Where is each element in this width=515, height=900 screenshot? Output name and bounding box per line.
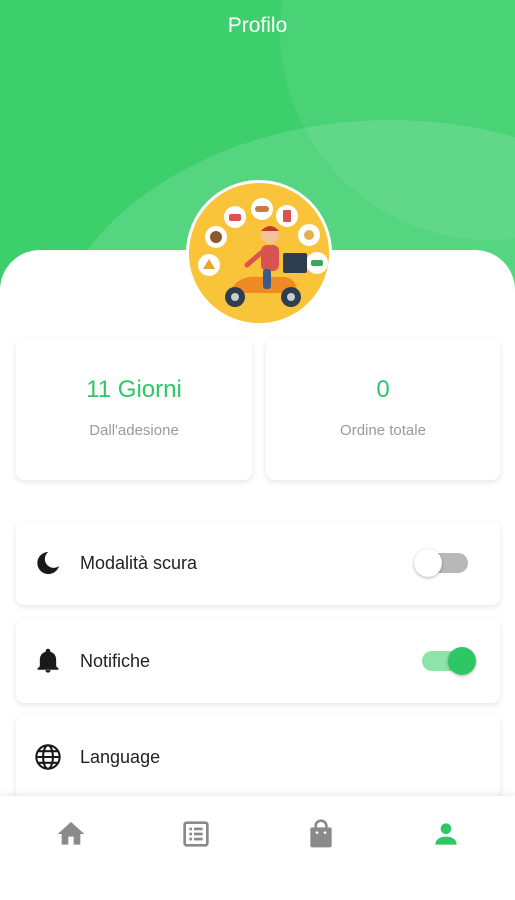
page-title: Profilo bbox=[227, 14, 288, 37]
stat-card-orders: 0 Ordine totale bbox=[266, 338, 500, 480]
profile-icon bbox=[435, 823, 457, 845]
shopping-bag-icon bbox=[310, 819, 332, 848]
dark-mode-toggle[interactable] bbox=[414, 549, 468, 577]
setting-dark-mode[interactable]: Modalità scura bbox=[16, 521, 500, 605]
stat-label-days: Dall'adesione bbox=[89, 422, 179, 439]
stat-card-days: 11 Giorni Dall'adesione bbox=[16, 338, 252, 480]
bottom-navigation bbox=[0, 796, 515, 900]
setting-label-language: Language bbox=[80, 747, 161, 767]
nav-orders[interactable] bbox=[176, 818, 216, 854]
setting-label-notifications: Notifiche bbox=[80, 651, 151, 671]
stat-value-orders: 0 bbox=[376, 376, 390, 403]
notifications-toggle[interactable] bbox=[422, 647, 476, 675]
stat-value-days: 11 Giorni bbox=[86, 376, 182, 403]
orders-list-icon bbox=[183, 821, 209, 847]
bell-icon bbox=[34, 647, 62, 675]
globe-icon bbox=[34, 743, 62, 771]
moon-icon bbox=[34, 549, 62, 577]
setting-label-dark-mode: Modalità scura bbox=[80, 553, 198, 573]
avatar[interactable] bbox=[186, 180, 332, 326]
setting-notifications[interactable]: Notifiche bbox=[16, 619, 500, 703]
nav-profile[interactable] bbox=[426, 818, 466, 854]
delivery-scooter-illustration bbox=[189, 183, 329, 323]
toggle-knob bbox=[414, 549, 442, 577]
nav-cart[interactable] bbox=[301, 818, 341, 854]
toggle-knob bbox=[448, 647, 476, 675]
stat-label-orders: Ordine totale bbox=[340, 422, 426, 439]
nav-home[interactable] bbox=[51, 818, 91, 854]
home-icon bbox=[57, 822, 85, 845]
setting-language[interactable]: Language bbox=[16, 715, 500, 799]
